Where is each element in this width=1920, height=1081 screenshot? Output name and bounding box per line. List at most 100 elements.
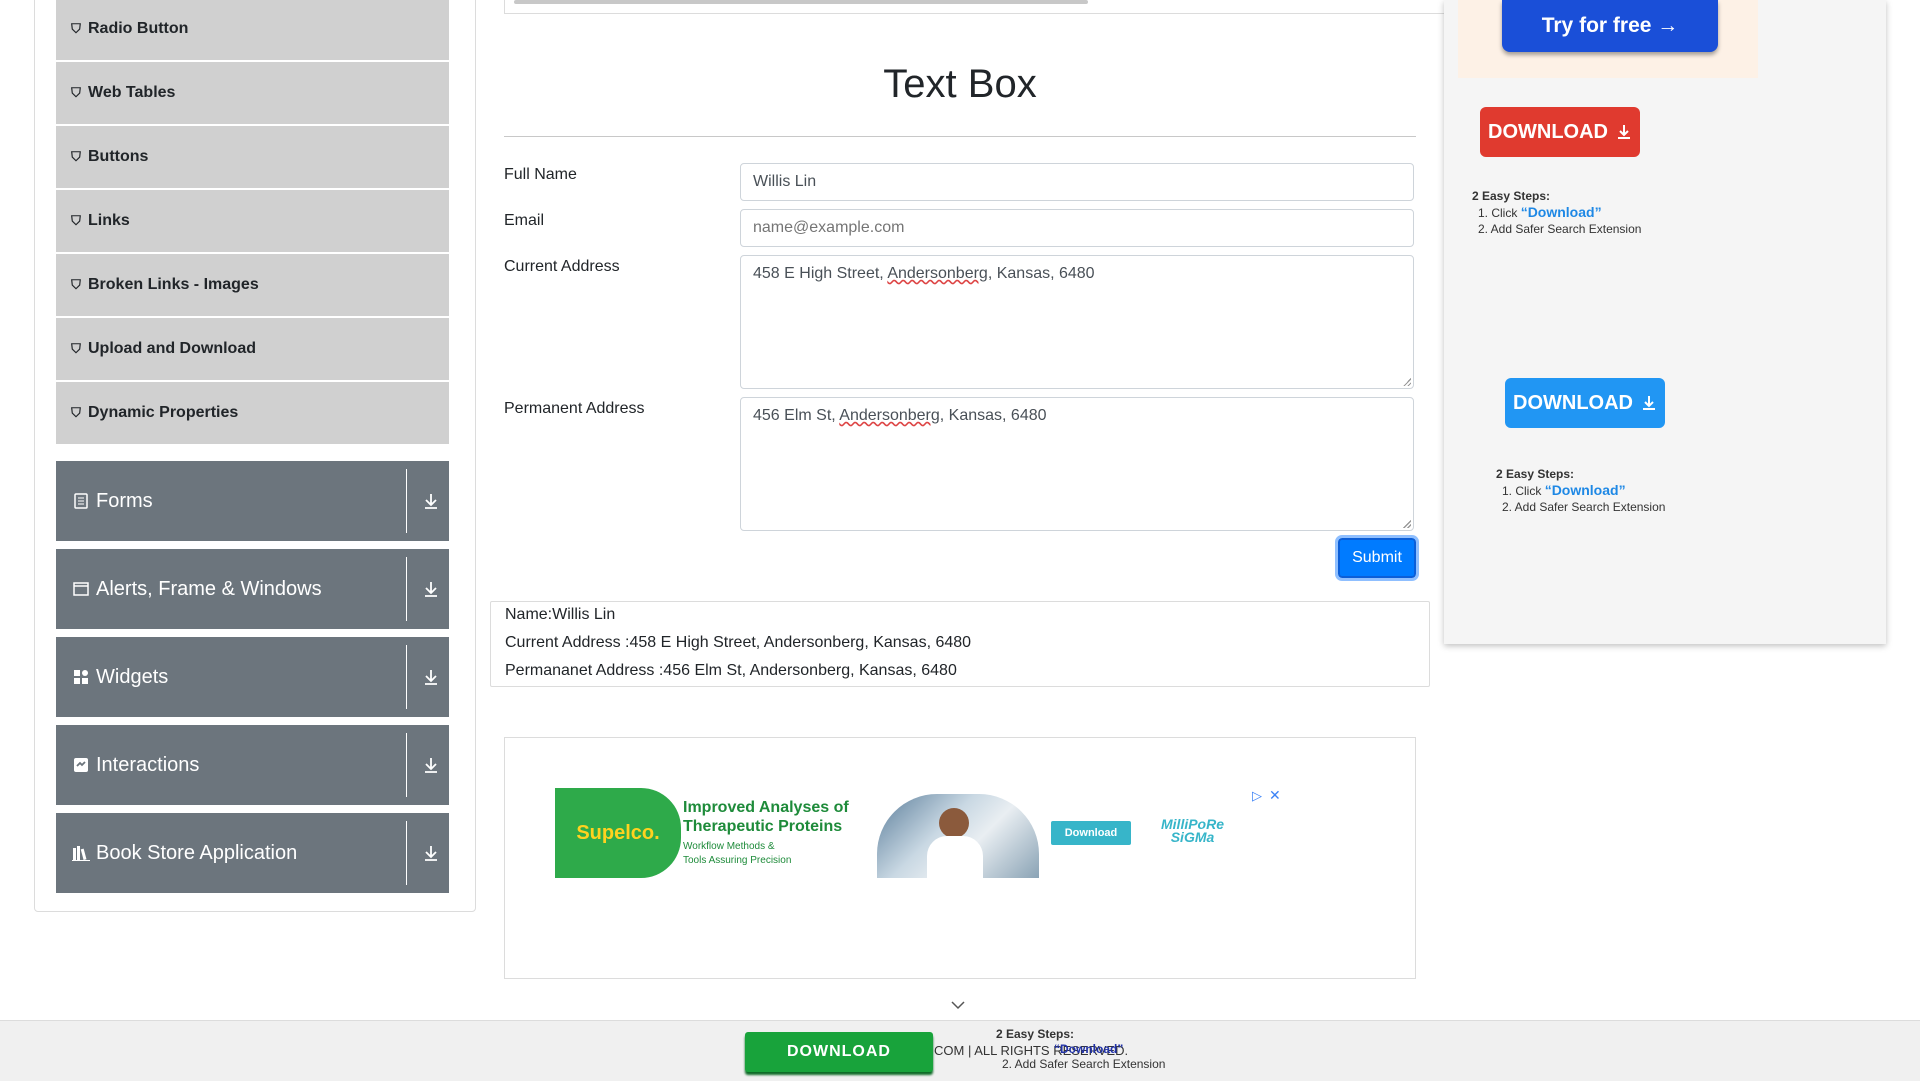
download-arrow-icon[interactable] <box>422 841 440 865</box>
page-title: Text Box <box>883 62 1037 106</box>
sidebar-item-web-tables[interactable]: ⛉ Web Tables <box>56 62 449 126</box>
download-icon <box>1642 396 1655 410</box>
ad-download-button[interactable]: Download <box>1051 821 1131 845</box>
download-arrow-icon[interactable] <box>422 665 440 689</box>
download-label: DOWNLOAD <box>1513 391 1633 414</box>
close-icon[interactable]: ✕ <box>1269 787 1281 804</box>
sidebar-item-dynamic-properties[interactable]: ⛉ Dynamic Properties <box>56 382 449 446</box>
email-placeholder: name@example.com <box>753 219 905 236</box>
email-input[interactable]: name@example.com <box>740 209 1414 247</box>
full-name-input[interactable]: Willis Lin <box>740 163 1414 201</box>
permanent-address-text: 456 Elm St, <box>753 407 840 424</box>
steps-title: 2 Easy Steps: <box>1496 467 1575 481</box>
permanent-address-label: Permanent Address <box>504 400 645 417</box>
permanent-address-city: Andersonberg <box>839 407 940 424</box>
ad-photo-coat <box>927 836 983 878</box>
right-ad-panel <box>1444 0 1886 644</box>
sidebar-item-label: Buttons <box>88 148 149 165</box>
current-address-city: Andersonberg <box>887 265 988 282</box>
banner-ad-frame: Supelco. Improved Analyses of Therapeuti… <box>504 737 1416 979</box>
permanent-address-textarea[interactable]: 456 Elm St, Andersonberg, Kansas, 6480 <box>740 397 1414 531</box>
current-address-textarea[interactable]: 458 E High Street, Andersonberg, Kansas,… <box>740 255 1414 389</box>
sidebar-item-broken-links-images[interactable]: ⛉ Broken Links - Images <box>56 254 449 318</box>
group-separator <box>406 469 407 533</box>
sidebar-item-label: Links <box>88 212 130 229</box>
step-2-text: 2. Add Safer Search Extension <box>1502 500 1666 514</box>
partner-line-2: SiGMa <box>1170 829 1215 845</box>
steps-title: 2 Easy Steps: <box>996 1027 1075 1041</box>
html5-icon: ⛉ <box>71 149 81 164</box>
download-arrow-icon[interactable] <box>422 489 440 513</box>
books-icon <box>72 845 90 861</box>
ad-headline: Improved Analyses of Therapeutic Protein… <box>683 798 849 836</box>
resize-handle-icon[interactable] <box>1403 520 1411 528</box>
html5-icon: ⛉ <box>71 277 81 292</box>
window-icon <box>72 582 90 596</box>
sidebar-group-interactions[interactable]: Interactions <box>56 725 449 805</box>
sidebar-group-label: Book Store Application <box>96 841 298 864</box>
banner-ad[interactable]: Supelco. Improved Analyses of Therapeuti… <box>555 787 1295 878</box>
easy-steps-1: 2 Easy Steps: 1. Click “Download” 2. Add… <box>1472 188 1641 237</box>
download-label: DOWNLOAD <box>1488 120 1608 143</box>
resize-handle-icon[interactable] <box>1403 378 1411 386</box>
html5-icon: ⛉ <box>71 213 81 228</box>
step-1-text: 1. Click <box>1478 206 1521 220</box>
step-1-link[interactable]: “Download” <box>1054 1042 1123 1056</box>
step-1-text: 1. Click <box>1502 484 1545 498</box>
sidebar-item-label: Broken Links - Images <box>88 276 259 293</box>
sidebar-item-radio-button[interactable]: ⛉ Radio Button <box>56 0 449 62</box>
title-divider <box>504 136 1416 137</box>
step-1-link[interactable]: “Download” <box>1545 482 1626 498</box>
interactions-icon <box>72 757 90 773</box>
try-for-free-button[interactable]: Try for free → <box>1502 0 1718 52</box>
output-name: Name:Willis Lin <box>505 606 616 623</box>
submit-button[interactable]: Submit <box>1335 535 1419 581</box>
sidebar-item-upload-and-download[interactable]: ⛉ Upload and Download <box>56 318 449 382</box>
footer-easy-steps: 2 Easy Steps: “Download” 2. Add Safer Se… <box>996 1027 1165 1072</box>
output-current-address: Current Address :458 E High Street, Ande… <box>505 634 972 651</box>
document-icon <box>72 493 90 509</box>
output-permanent-address: Permananet Address :456 Elm St, Anderson… <box>505 662 957 679</box>
full-name-label: Full Name <box>504 166 577 183</box>
html5-icon: ⛉ <box>71 341 81 356</box>
chevron-down-icon[interactable] <box>950 998 966 1010</box>
sidebar-group-label: Forms <box>96 489 153 512</box>
sidebar-group-label: Widgets <box>96 665 169 688</box>
email-label: Email <box>504 212 545 229</box>
download-green-button[interactable]: DOWNLOAD <box>745 1032 933 1072</box>
html5-icon: ⛉ <box>71 405 81 420</box>
sidebar-group-forms[interactable]: Forms <box>56 461 449 541</box>
supelco-logo: Supelco. <box>555 788 681 878</box>
sidebar-group-alerts-frame-windows[interactable]: Alerts, Frame & Windows <box>56 549 449 629</box>
ad-photo <box>877 794 1039 878</box>
step-1-link[interactable]: “Download” <box>1521 204 1602 220</box>
millipore-sigma-logo: MilliPoRe SiGMa <box>1161 817 1224 845</box>
sidebar-group-book-store-application[interactable]: Book Store Application <box>56 813 449 893</box>
sidebar-group-widgets[interactable]: Widgets <box>56 637 449 717</box>
download-arrow-icon[interactable] <box>422 577 440 601</box>
ad-subline: Workflow Methods & Tools Assuring Precis… <box>683 840 791 868</box>
html5-icon: ⛉ <box>71 21 81 36</box>
ad-headline-line-1: Improved Analyses of <box>683 799 849 816</box>
group-separator <box>406 733 407 797</box>
sidebar-item-buttons[interactable]: ⛉ Buttons <box>56 126 449 190</box>
sidebar-item-links[interactable]: ⛉ Links <box>56 190 449 254</box>
steps-title: 2 Easy Steps: <box>1472 189 1551 203</box>
ad-headline-line-2: Therapeutic Proteins <box>683 818 843 835</box>
sidebar-group-label: Interactions <box>96 753 200 776</box>
horizontal-scrollbar[interactable] <box>514 0 1088 4</box>
ad-subline-2: Tools Assuring Precision <box>683 855 792 866</box>
full-name-value: Willis Lin <box>753 173 817 190</box>
easy-steps-2: 2 Easy Steps: 1. Click “Download” 2. Add… <box>1496 466 1665 515</box>
group-separator <box>406 557 407 621</box>
download-icon <box>1617 125 1630 139</box>
download-red-button[interactable]: DOWNLOAD <box>1480 107 1640 157</box>
adchoices-icon[interactable]: ▷ <box>1252 788 1262 804</box>
group-separator <box>406 645 407 709</box>
download-blue-button[interactable]: DOWNLOAD <box>1505 378 1665 428</box>
sidebar-item-label: Upload and Download <box>88 340 256 357</box>
current-address-label: Current Address <box>504 258 620 275</box>
download-arrow-icon[interactable] <box>422 753 440 777</box>
ad-photo-person <box>939 808 969 838</box>
step-2-text: 2. Add Safer Search Extension <box>1478 222 1642 236</box>
